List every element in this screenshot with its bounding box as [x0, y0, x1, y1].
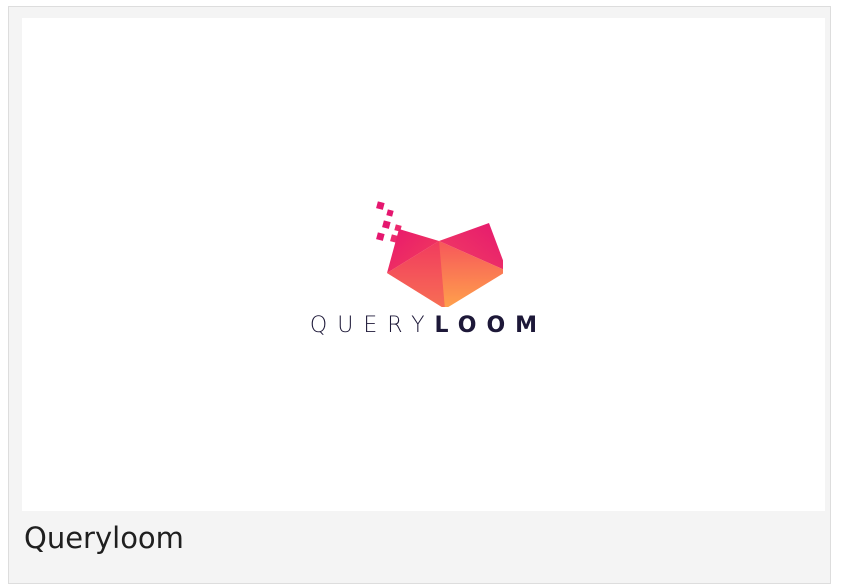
queryloom-logo-icon [376, 201, 503, 307]
logo-wordmark: QUERYLOOM [22, 315, 825, 337]
logo-thumbnail[interactable]: QUERYLOOM [22, 18, 825, 511]
logo-card[interactable]: QUERYLOOM Queryloom [8, 6, 831, 584]
wordmark-bold: LOOM [434, 313, 548, 338]
card-caption[interactable]: Queryloom [24, 521, 184, 556]
wordmark-light: QUERY [309, 313, 435, 338]
